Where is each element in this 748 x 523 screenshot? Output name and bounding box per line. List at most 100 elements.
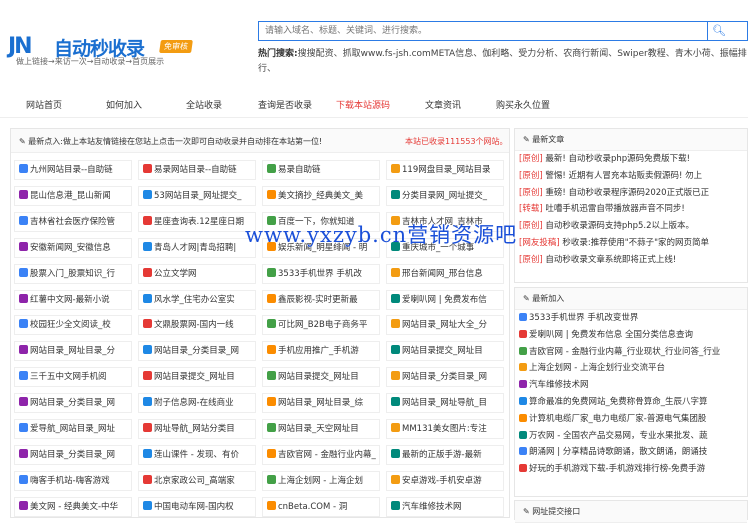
site-link[interactable]: 爱导航_网站目录_网址 [14, 419, 132, 439]
latest-joined-title: ✎ 最新加入 [515, 288, 747, 310]
joined-item[interactable]: 好玩的手机游戏下载-手机游戏排行榜-免费手游 [515, 461, 747, 478]
joined-item[interactable]: 计算机电缆厂家_电力电缆厂家-普源电气集团股 [515, 411, 747, 428]
site-link[interactable]: 网站目录_网址导航_目 [386, 393, 504, 414]
site-link[interactable]: 爱喇叭网 | 免费发布信 [386, 289, 504, 310]
site-favicon-icon [267, 474, 276, 484]
site-link[interactable]: 嗨客手机站-嗨客游戏 [14, 470, 132, 491]
site-link[interactable]: 汽车维修技术网 [386, 496, 504, 517]
site-favicon-icon [391, 345, 400, 355]
site-link[interactable]: 3533手机世界 手机改 [262, 263, 380, 284]
site-link[interactable]: 可比网_B2B电子商务平 [262, 315, 380, 336]
article-item[interactable]: [转载] 吐嘈手机迅雷自带播放器声音不同步! [515, 201, 747, 218]
search-button[interactable]: 🔍︎ [706, 21, 748, 41]
nav-item-join[interactable]: 如何加入 [106, 98, 142, 111]
site-link[interactable]: 文鼎股票网-国内一线 [138, 315, 256, 336]
site-link[interactable]: 北京家政公司_高端家 [138, 470, 256, 491]
site-link[interactable]: 安卓游戏-手机安卓游 [386, 470, 504, 491]
site-favicon-icon [519, 363, 527, 372]
joined-item[interactable]: 吉欧官网 - 金融行业内幕_行业现状_行业问答_行业 [515, 344, 747, 361]
site-link-label: 北京家政公司_高端家 [154, 475, 235, 486]
site-favicon-icon [391, 293, 400, 303]
search-input[interactable] [259, 22, 699, 40]
joined-item[interactable]: 汽车维修技术网 [515, 377, 747, 394]
site-link[interactable]: 网站目录提交_网址目 [138, 367, 256, 388]
joined-item[interactable]: 3533手机世界 手机改变世界 [515, 310, 747, 327]
nav-item-all[interactable]: 全站收录 [186, 98, 222, 111]
site-favicon-icon [143, 164, 152, 173]
site-link[interactable]: 网站目录提交_网址目 [262, 367, 380, 388]
site-link[interactable]: 吉欧官网 - 金融行业内幕_ [262, 444, 380, 465]
site-link[interactable]: 易录自助链 [262, 160, 380, 180]
nav-item-check[interactable]: 查询是否收录 [258, 98, 312, 111]
site-link[interactable]: 53网站目录_网址提交_ [138, 185, 256, 206]
site-logo[interactable]: JN 自动秒收录 免审核 做上链接→来访一次→自动收录→首页展示 [8, 32, 248, 72]
article-item[interactable]: [原创] 自动秒收录源码支持php5.2以上版本。 [515, 218, 747, 235]
joined-item[interactable]: 爱喇叭网 | 免费发布信息 全国分类信息查询 [515, 327, 747, 344]
site-link[interactable]: 中国电动车网-国内权 [138, 496, 256, 517]
site-link[interactable]: 网站目录_网址大全_分 [386, 315, 504, 336]
site-link[interactable]: 鑫辰影视-实时更新最 [262, 289, 380, 310]
site-favicon-icon [391, 319, 400, 329]
joined-item[interactable]: 朗涌网 | 分享精品诗歌朗诵，散文朗诵，朗诵技 [515, 444, 747, 461]
site-link[interactable]: cnBeta.COM - 洞 [262, 496, 380, 517]
site-link[interactable]: 美文网 - 经典美文-中华 [14, 496, 132, 517]
article-item[interactable]: [原创] 重磅! 自动秒收录程序源码2020正式版已正 [515, 185, 747, 202]
site-link[interactable]: 网站目录提交_网址目 [386, 341, 504, 362]
site-favicon-icon [143, 397, 152, 407]
nav-item-buy[interactable]: 购买永久位置 [496, 98, 550, 111]
article-item[interactable]: [原创] 警惕! 近期有人冒充本站贩卖假源码! 勿上 [515, 168, 747, 185]
site-link[interactable]: 网站目录_分类目录_网 [14, 444, 132, 465]
site-link[interactable]: 网址导航_网站分类目 [138, 419, 256, 439]
site-link[interactable]: 青岛人才网|青岛招聘| [138, 237, 256, 258]
site-link[interactable]: 附子信息网-在线商业 [138, 393, 256, 414]
joined-title: 计算机电缆厂家_电力电缆厂家-普源电气集团股 [529, 413, 707, 424]
nav-item-home[interactable]: 网站首页 [26, 98, 62, 111]
search-icon: 🔍︎ [712, 24, 726, 37]
site-link[interactable]: 网站目录_分类目录_网 [14, 393, 132, 414]
hot-text[interactable]: 搜搜配资、抓取www.fs-jsh.comMETA信息、伽利略、受力分析、农商行… [258, 49, 747, 74]
site-link[interactable]: 校园狂少全文阅读_校 [14, 315, 132, 336]
article-item[interactable]: [原创] 自动秒收录文章系统即将正式上线! [515, 252, 747, 269]
site-link[interactable]: 星座查询表.12星座日期 [138, 211, 256, 232]
site-link[interactable]: 易录网站目录--自助链 [138, 160, 256, 180]
site-link[interactable]: 安徽新闻网_安徽信息 [14, 237, 132, 258]
site-link-label: 中国电动车网-国内权 [154, 501, 234, 512]
site-link[interactable]: 邢台新闻网_邢台信息 [386, 263, 504, 284]
site-link[interactable]: 红薯中文网-最新小说 [14, 289, 132, 310]
joined-item[interactable]: 万农网 - 全国农产品交易网，专业水果批发、蔬 [515, 428, 747, 445]
site-link[interactable]: 网站目录_分类目录_网 [386, 367, 504, 388]
site-link[interactable]: MM131美女图片:专注 [386, 419, 504, 439]
site-link[interactable]: 股票入门_股票知识_行 [14, 263, 132, 284]
site-link-label: 易录网站目录--自助链 [154, 165, 237, 175]
site-favicon-icon [267, 293, 276, 303]
joined-item[interactable]: 上海企划网 - 上海企划行业交流平台 [515, 360, 747, 377]
site-link[interactable]: 美文摘抄_经典美文_美 [262, 185, 380, 206]
site-link[interactable]: 上海企划网 - 上海企划 [262, 470, 380, 491]
site-link[interactable]: 手机应用推广_手机游 [262, 341, 380, 362]
site-favicon-icon [519, 464, 527, 473]
site-link-label: 安徽新闻网_安徽信息 [30, 242, 111, 253]
site-link-label: 三千五中文网手机阅 [30, 372, 107, 383]
nav-item-articles[interactable]: 文章资讯 [425, 98, 461, 111]
site-link[interactable]: 最新的正版手游-最新 [386, 444, 504, 465]
site-link[interactable]: 风水学_住宅办公室实 [138, 289, 256, 310]
site-favicon-icon [143, 423, 152, 432]
joined-title: 吉欧官网 - 金融行业内幕_行业现状_行业问答_行业 [529, 346, 721, 357]
site-link[interactable]: 分类目录网_网址提交_ [386, 185, 504, 206]
site-link[interactable]: 网站目录_分类目录_网 [138, 341, 256, 362]
joined-item[interactable]: 算命最准的免费网站_免费称骨算命_生辰八字算 [515, 394, 747, 411]
site-link[interactable]: 公立文学网 [138, 263, 256, 284]
site-link[interactable]: 网站目录_天空网址目 [262, 419, 380, 439]
site-link[interactable]: 吉林省社会医疗保险管 [14, 211, 132, 232]
site-link[interactable]: 网站目录_网址目录_分 [14, 341, 132, 362]
site-link[interactable]: 网站目录_网址目录_综 [262, 393, 380, 414]
site-link[interactable]: 莲山课件 - 发现、有价 [138, 444, 256, 465]
site-link[interactable]: 三千五中文网手机阅 [14, 367, 132, 388]
site-favicon-icon [143, 474, 152, 484]
site-link[interactable]: 九州网站目录--自助链 [14, 160, 132, 180]
site-link[interactable]: 119网盘目录_网站目录 [386, 160, 504, 180]
site-link[interactable]: 昆山信息港_昆山新闻 [14, 185, 132, 206]
nav-item-download[interactable]: 下载本站源码 [336, 98, 390, 111]
article-item[interactable]: [原创] 最新! 自动秒收录php源码免费版下载! [515, 151, 747, 168]
article-item[interactable]: [网友投稿] 秒收录:推荐使用"不蒜子"家的网页简单 [515, 235, 747, 252]
